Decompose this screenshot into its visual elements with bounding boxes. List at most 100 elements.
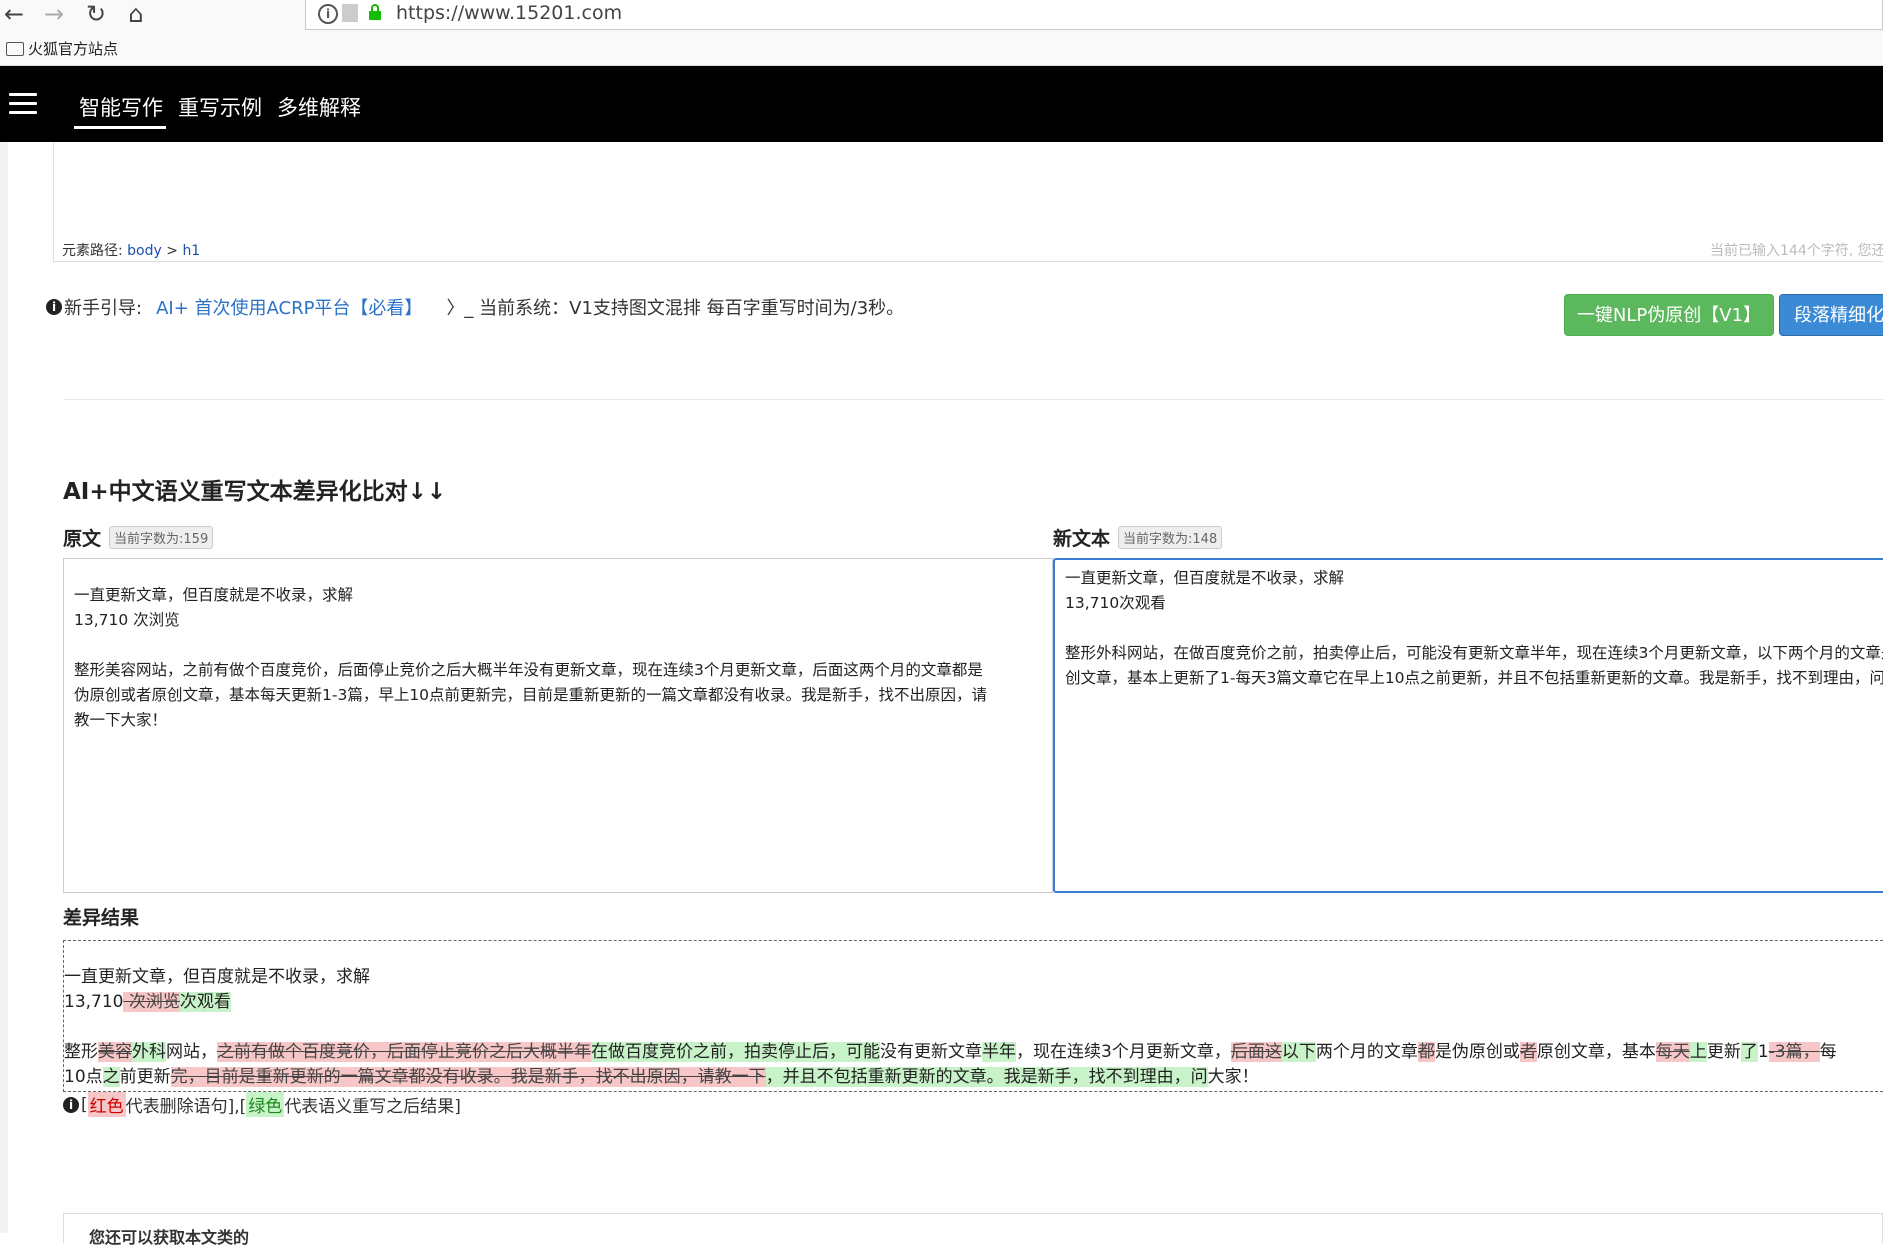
diff-unchanged-segment: 更新 [1706,1042,1741,1062]
diff-inserted-segment: 之 [102,1067,120,1087]
original-line: 教一下大家！ [74,711,168,729]
new-text-line: 13,710次观看 [1065,594,1166,612]
system-info: 〉_ 当前系统：V1支持图文混排 每百字重写时间为/3秒。 [446,298,905,319]
reload-icon[interactable]: ↻ [82,0,110,28]
diff-unchanged-segment: 是伪原创或 [1434,1042,1520,1062]
url-text[interactable]: https://www.15201.com [396,2,622,24]
forward-icon[interactable]: → [40,0,68,28]
diff-line: 一直更新文章，但百度就是不收录，求解 [64,967,370,987]
guide-link[interactable]: AI+ 首次使用ACRP平台【必看】 [156,294,422,320]
browser-toolbar: ← → ↻ ⌂ i https://www.15201.com [0,0,1883,30]
diff-line: 整形美容外科网站，之前有做个百度竞价，后面停止竞价之后大概半年在做百度竞价之前，… [64,1040,1883,1065]
diff-deleted-segment: 美容 [98,1042,132,1062]
diff-deleted-segment: -3篇， [1768,1042,1820,1062]
back-icon[interactable]: ← [0,0,28,28]
legend-green-text: 代表语义重写之后结果] [284,1097,461,1117]
diff-inserted-segment: 次观看 [179,992,231,1012]
bottom-panel-heading: 您还可以获取本文类的 [89,1228,250,1247]
diff-unchanged-segment: 整形 [64,1042,98,1062]
diff-line: 10点之前更新完，目前是重新更新的一篇文章都没有收录。我是新手，找不出原因，请教… [64,1065,1883,1090]
diff-deleted-segment: 次浏览 [123,992,180,1012]
bookmark-firefox-sites[interactable]: 火狐官方站点 [6,38,118,59]
diff-deleted-segment: 后面这 [1230,1042,1282,1062]
paragraph-refine-button[interactable]: 段落精细化 [1779,294,1883,336]
diff-inserted-segment: 半年 [982,1042,1016,1062]
element-path-label: 元素路径: [62,243,123,259]
diff-line: 13,710 次浏览次观看 [64,990,1883,1015]
new-text-line: 一直更新文章，但百度就是不收录，求解 [1065,569,1345,587]
diff-unchanged-segment: 10点 [64,1067,103,1087]
diff-deleted-segment: 每天 [1655,1042,1690,1062]
diff-unchanged-segment: 13,710 [64,992,124,1012]
new-text-line [1065,616,1881,641]
section-title: AI+中文语义重写文本差异化比对↓↓ [63,479,447,505]
diff-unchanged-segment: ，现在连续3个月更新文章， [1016,1042,1231,1062]
diff-deleted-segment: 完，目前是重新更新的一篇文章都没有收录。我是新手，找不出原因，请教一下 [170,1067,766,1087]
diff-unchanged-segment: 每 [1819,1042,1837,1062]
diff-unchanged-segment: 没有更新文章 [880,1042,982,1062]
original-line [74,633,1042,658]
original-label-row: 原文 当前字数为:159 [63,524,214,551]
lock-icon[interactable] [368,3,382,21]
diff-unchanged-segment: 原创文章，基本 [1536,1042,1656,1062]
guide-row: i 新手引导: AI+ 首次使用ACRP平台【必看】 〉_ 当前系统：V1支持图… [46,294,904,320]
guide-label: 新手引导: [64,298,143,319]
new-text-line: 创文章，基本上更新了1-每天3篇文章它在早上10点之前更新，并且不包括重新更新的… [1065,669,1883,687]
legend-green: 绿色 [246,1092,285,1117]
rich-text-editor[interactable] [53,142,1883,262]
diff-inserted-segment: 上 [1689,1042,1707,1062]
new-text-textarea[interactable]: 一直更新文章，但百度就是不收录，求解 13,710次观看 整形外科网站，在做百度… [1053,558,1883,893]
diff-inserted-segment: 外科 [132,1042,166,1062]
original-line: 一直更新文章，但百度就是不收录，求解 [74,586,354,604]
legend-open: [ [81,1094,88,1115]
original-count-badge: 当前字数为:159 [109,526,214,549]
url-bar[interactable]: i https://www.15201.com [305,0,1883,30]
nlp-rewrite-button[interactable]: 一键NLP伪原创【V1】 [1564,294,1774,336]
original-line: 伪原创或者原创文章，基本每天更新1-3篇，早上10点前更新完，目前是重新更新的一… [74,686,988,704]
bookmarks-bar: 火狐官方站点 [0,30,1883,66]
folder-icon [6,41,24,56]
info-circle-icon: i [63,1096,79,1113]
home-icon[interactable]: ⌂ [122,0,150,28]
divider [63,399,1883,400]
element-path: 元素路径: body > h1 [62,240,200,260]
diff-legend: i [ 红色 代表删除语句],[ 绿色 代表语义重写之后结果] [63,1092,461,1117]
page-icon [342,4,358,22]
diff-deleted-segment: 之前有做个百度竞价，后面停止竞价之后大概半年 [217,1042,591,1062]
info-circle-icon: i [46,299,62,315]
original-line: 13,710 次浏览 [74,611,180,629]
nav-smart-writing[interactable]: 智能写作 [79,92,163,122]
diff-unchanged-segment: 大家！ [1207,1067,1259,1087]
diff-inserted-segment: ，并且不包括重新更新的文章。我是新手，找不到理由，问 [765,1067,1208,1087]
legend-red: 红色 [87,1092,126,1117]
path-body-link[interactable]: body [127,243,162,259]
path-h1-link[interactable]: h1 [182,243,200,259]
diff-unchanged-segment: 两个月的文章 [1315,1042,1418,1062]
diff-inserted-segment: 了 [1740,1042,1758,1062]
nav-multi-explain[interactable]: 多维解释 [277,92,361,122]
legend-red-text: 代表删除语句],[ [125,1097,247,1117]
diff-deleted-segment: 者 [1519,1042,1537,1062]
site-navbar: 智能写作 重写示例 多维解释 [0,66,1883,142]
diff-unchanged-segment: 1 [1757,1042,1769,1062]
new-text-label-row: 新文本 当前字数为:148 [1053,524,1223,551]
diff-deleted-segment: 都 [1417,1042,1435,1062]
bottom-panel: 您还可以获取本文类的 [63,1213,1883,1247]
diff-inserted-segment: 以下 [1281,1042,1316,1062]
info-icon[interactable]: i [318,4,338,24]
diff-inserted-segment: 在做百度竞价之前，拍卖停止后，可能 [591,1042,880,1062]
active-nav-indicator [74,126,166,129]
new-text-line: 整形外科网站，在做百度竞价之前，拍卖停止后，可能没有更新文章半年，现在连续3个月… [1065,644,1883,662]
left-rail [0,142,8,1233]
original-line: 整形美容网站，之前有做个百度竞价，后面停止竞价之后大概半年没有更新文章，现在连续… [74,661,983,679]
original-textarea[interactable]: 一直更新文章，但百度就是不收录，求解 13,710 次浏览 整形美容网站，之前有… [63,558,1053,893]
hamburger-menu-icon[interactable] [9,93,37,115]
bookmark-label: 火狐官方站点 [28,40,119,58]
diff-unchanged-segment: 网站， [166,1042,217,1062]
diff-unchanged-segment: 前更新 [119,1067,171,1087]
char-count-status: 当前已输入144个字符, 您还 [1710,243,1883,259]
new-count-badge: 当前字数为:148 [1118,526,1223,549]
diff-result-box: 一直更新文章，但百度就是不收录，求解 13,710 次浏览次观看 整形美容外科网… [63,940,1883,1092]
original-label: 原文 [63,528,102,550]
nav-rewrite-examples[interactable]: 重写示例 [178,92,262,122]
